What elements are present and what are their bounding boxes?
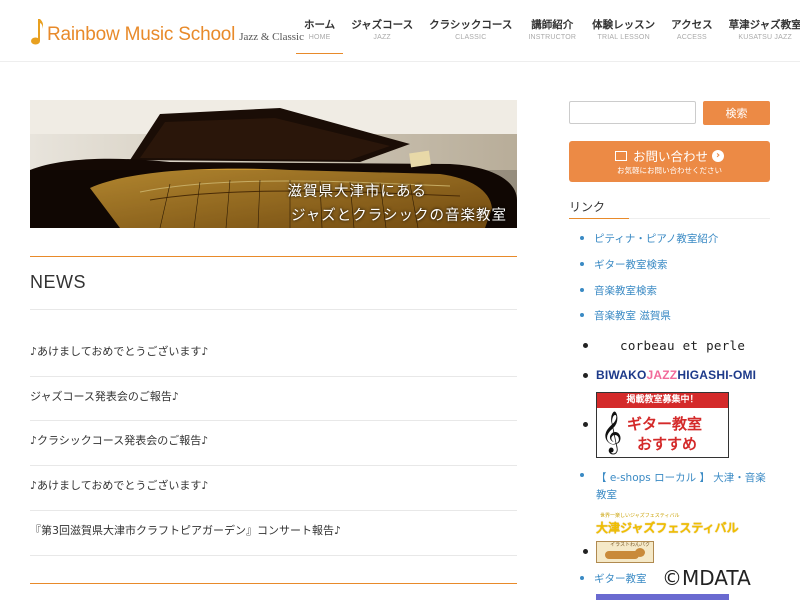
bullet bbox=[580, 313, 584, 317]
banner-line1: ギター教室 bbox=[627, 415, 703, 433]
search-button[interactable]: 検索 bbox=[703, 101, 770, 125]
link-eshops[interactable]: 【 e-shops ローカル 】 大津・音楽教室 bbox=[596, 470, 776, 504]
nav-sublabel: HOME bbox=[308, 34, 331, 41]
nav-sublabel: INSTRUCTOR bbox=[528, 34, 577, 41]
nav-label: ジャズコース bbox=[351, 19, 414, 31]
dog-head-icon bbox=[635, 548, 645, 557]
sidebar-banner-partial[interactable] bbox=[596, 594, 729, 600]
contact-sublabel: お気軽にお問い合わせください bbox=[617, 166, 722, 175]
jazz-text: JAZZ bbox=[646, 368, 678, 382]
divider bbox=[30, 376, 517, 377]
news-item[interactable]: 『第3回滋賀県大津市クラフトピアガーデン』コンサート報告♪ bbox=[30, 522, 517, 538]
link-music-school-shiga[interactable]: 音楽教室 滋賀県 bbox=[580, 308, 671, 323]
nav-label: 講師紹介 bbox=[531, 19, 574, 31]
bullet bbox=[580, 288, 584, 292]
nav-kusatsu-jazz[interactable]: 草津ジャズ教室 KUSATSU JAZZ bbox=[721, 0, 800, 54]
bullet bbox=[580, 262, 584, 266]
logo-title: Rainbow Music School bbox=[47, 24, 236, 45]
higashi-omi-text: HIGASHI-OMI bbox=[677, 368, 757, 382]
hero-caption-line2: ジャズとクラシックの音楽教室 bbox=[291, 208, 507, 224]
arrow-right-circle-icon: › bbox=[712, 149, 724, 162]
nav-label: クラシックコース bbox=[429, 19, 513, 31]
nav-jazz[interactable]: ジャズコース JAZZ bbox=[343, 0, 421, 54]
bullet bbox=[583, 549, 588, 554]
nav-sublabel: CLASSIC bbox=[455, 34, 487, 41]
nav-trial-lesson[interactable]: 体験レッスン TRIAL LESSON bbox=[584, 0, 663, 54]
news-item[interactable]: ジャズコース発表会のご報告♪ bbox=[30, 388, 517, 404]
festival-title: 大津ジャズフェスティバル bbox=[596, 521, 739, 535]
divider bbox=[30, 309, 517, 310]
link-label: ギター教室検索 bbox=[594, 259, 668, 271]
news-item[interactable]: ♪あけましておめでとうございます♪ bbox=[30, 477, 517, 493]
site-header: Rainbow Music School Jazz & Classic ホーム … bbox=[0, 0, 800, 62]
bullet bbox=[580, 473, 584, 477]
watermark: ©MDATA bbox=[662, 566, 751, 590]
link-pitina[interactable]: ピティナ・ピアノ教室紹介 bbox=[580, 231, 718, 246]
corbeau-et-perle-banner[interactable]: corbeau et perle bbox=[620, 338, 745, 353]
festival-tagline: 世界一楽しいジャズフェスティバル bbox=[600, 513, 680, 519]
banner-label: イラストわんパク bbox=[610, 542, 650, 548]
nav-home[interactable]: ホーム HOME bbox=[296, 0, 344, 54]
banner-heading: 掲載教室募集中！ bbox=[597, 393, 728, 408]
nav-label: アクセス bbox=[671, 19, 713, 31]
biwako-jazz-banner[interactable]: BIWAKOJAZZHIGASHI-OMI bbox=[596, 368, 756, 382]
nav-label: 体験レッスン bbox=[592, 19, 656, 31]
link-music-school-search[interactable]: 音楽教室検索 bbox=[580, 283, 657, 298]
site-logo[interactable]: Rainbow Music School Jazz & Classic bbox=[30, 15, 304, 47]
banner-line2: おすすめ bbox=[637, 435, 698, 453]
link-guitar-search[interactable]: ギター教室検索 bbox=[580, 257, 668, 272]
guitar-school-banner[interactable]: 掲載教室募集中！ 𝄞 ギター教室 おすすめ bbox=[596, 392, 729, 458]
divider bbox=[30, 465, 517, 466]
search-input[interactable] bbox=[569, 101, 696, 124]
divider-accent bbox=[569, 218, 629, 219]
otsu-jazz-festival-banner[interactable]: 世界一楽しいジャズフェスティバル 大津ジャズフェスティバル bbox=[596, 512, 739, 536]
news-item[interactable]: ♪あけましておめでとうございます♪ bbox=[30, 343, 517, 359]
nav-sublabel: JAZZ bbox=[373, 34, 391, 41]
link-guitar-school[interactable]: ギター教室 bbox=[580, 571, 647, 586]
news-heading: NEWS bbox=[30, 272, 86, 292]
link-eshops-bullet bbox=[580, 470, 594, 482]
link-label: 音楽教室 滋賀県 bbox=[594, 310, 671, 322]
bullet bbox=[580, 236, 584, 240]
links-heading: リンク bbox=[569, 200, 606, 214]
divider bbox=[30, 555, 517, 556]
music-note-icon bbox=[30, 17, 44, 47]
link-label: ピティナ・ピアノ教室紹介 bbox=[594, 233, 719, 245]
nav-label: ホーム bbox=[304, 19, 336, 31]
divider bbox=[30, 510, 517, 511]
bullet bbox=[583, 422, 588, 427]
bullet bbox=[583, 343, 588, 348]
nav-label: 草津ジャズ教室 bbox=[728, 19, 800, 31]
biwako-text: BIWAKO bbox=[596, 368, 647, 382]
contact-button[interactable]: お問い合わせ › お気軽にお問い合わせください bbox=[569, 141, 770, 182]
news-item[interactable]: ♪クラシックコース発表会のご報告♪ bbox=[30, 432, 517, 448]
link-label: ギター教室 bbox=[594, 573, 647, 585]
contact-button-main: お問い合わせ › bbox=[569, 146, 770, 165]
section-divider bbox=[30, 583, 517, 584]
logo-subtitle: Jazz & Classic bbox=[239, 31, 304, 43]
contact-label: お問い合わせ bbox=[632, 149, 708, 164]
bullet bbox=[583, 373, 588, 378]
nav-sublabel: TRIAL LESSON bbox=[597, 34, 650, 41]
hero-image: 滋賀県大津市にある ジャズとクラシックの音楽教室 bbox=[30, 100, 517, 228]
divider bbox=[30, 420, 517, 421]
mail-icon bbox=[614, 150, 627, 161]
treble-clef-icon: 𝄞 bbox=[601, 412, 623, 453]
hero-caption-line1: 滋賀県大津市にある bbox=[287, 184, 427, 200]
nav-sublabel: ACCESS bbox=[676, 34, 707, 41]
bullet bbox=[580, 576, 584, 580]
dog-icon bbox=[605, 551, 639, 559]
illust-wanpaku-banner[interactable]: イラストわんパク bbox=[596, 541, 654, 563]
nav-sublabel: KUSATSU JAZZ bbox=[738, 34, 792, 41]
nav-access[interactable]: アクセス ACCESS bbox=[663, 0, 720, 54]
link-label: 音楽教室検索 bbox=[594, 285, 657, 297]
section-divider bbox=[30, 256, 517, 257]
main-nav: ホーム HOME ジャズコース JAZZ クラシックコース CLASSIC 講師… bbox=[296, 0, 800, 62]
nav-instructor[interactable]: 講師紹介 INSTRUCTOR bbox=[520, 0, 584, 54]
nav-classic[interactable]: クラシックコース CLASSIC bbox=[421, 0, 520, 54]
